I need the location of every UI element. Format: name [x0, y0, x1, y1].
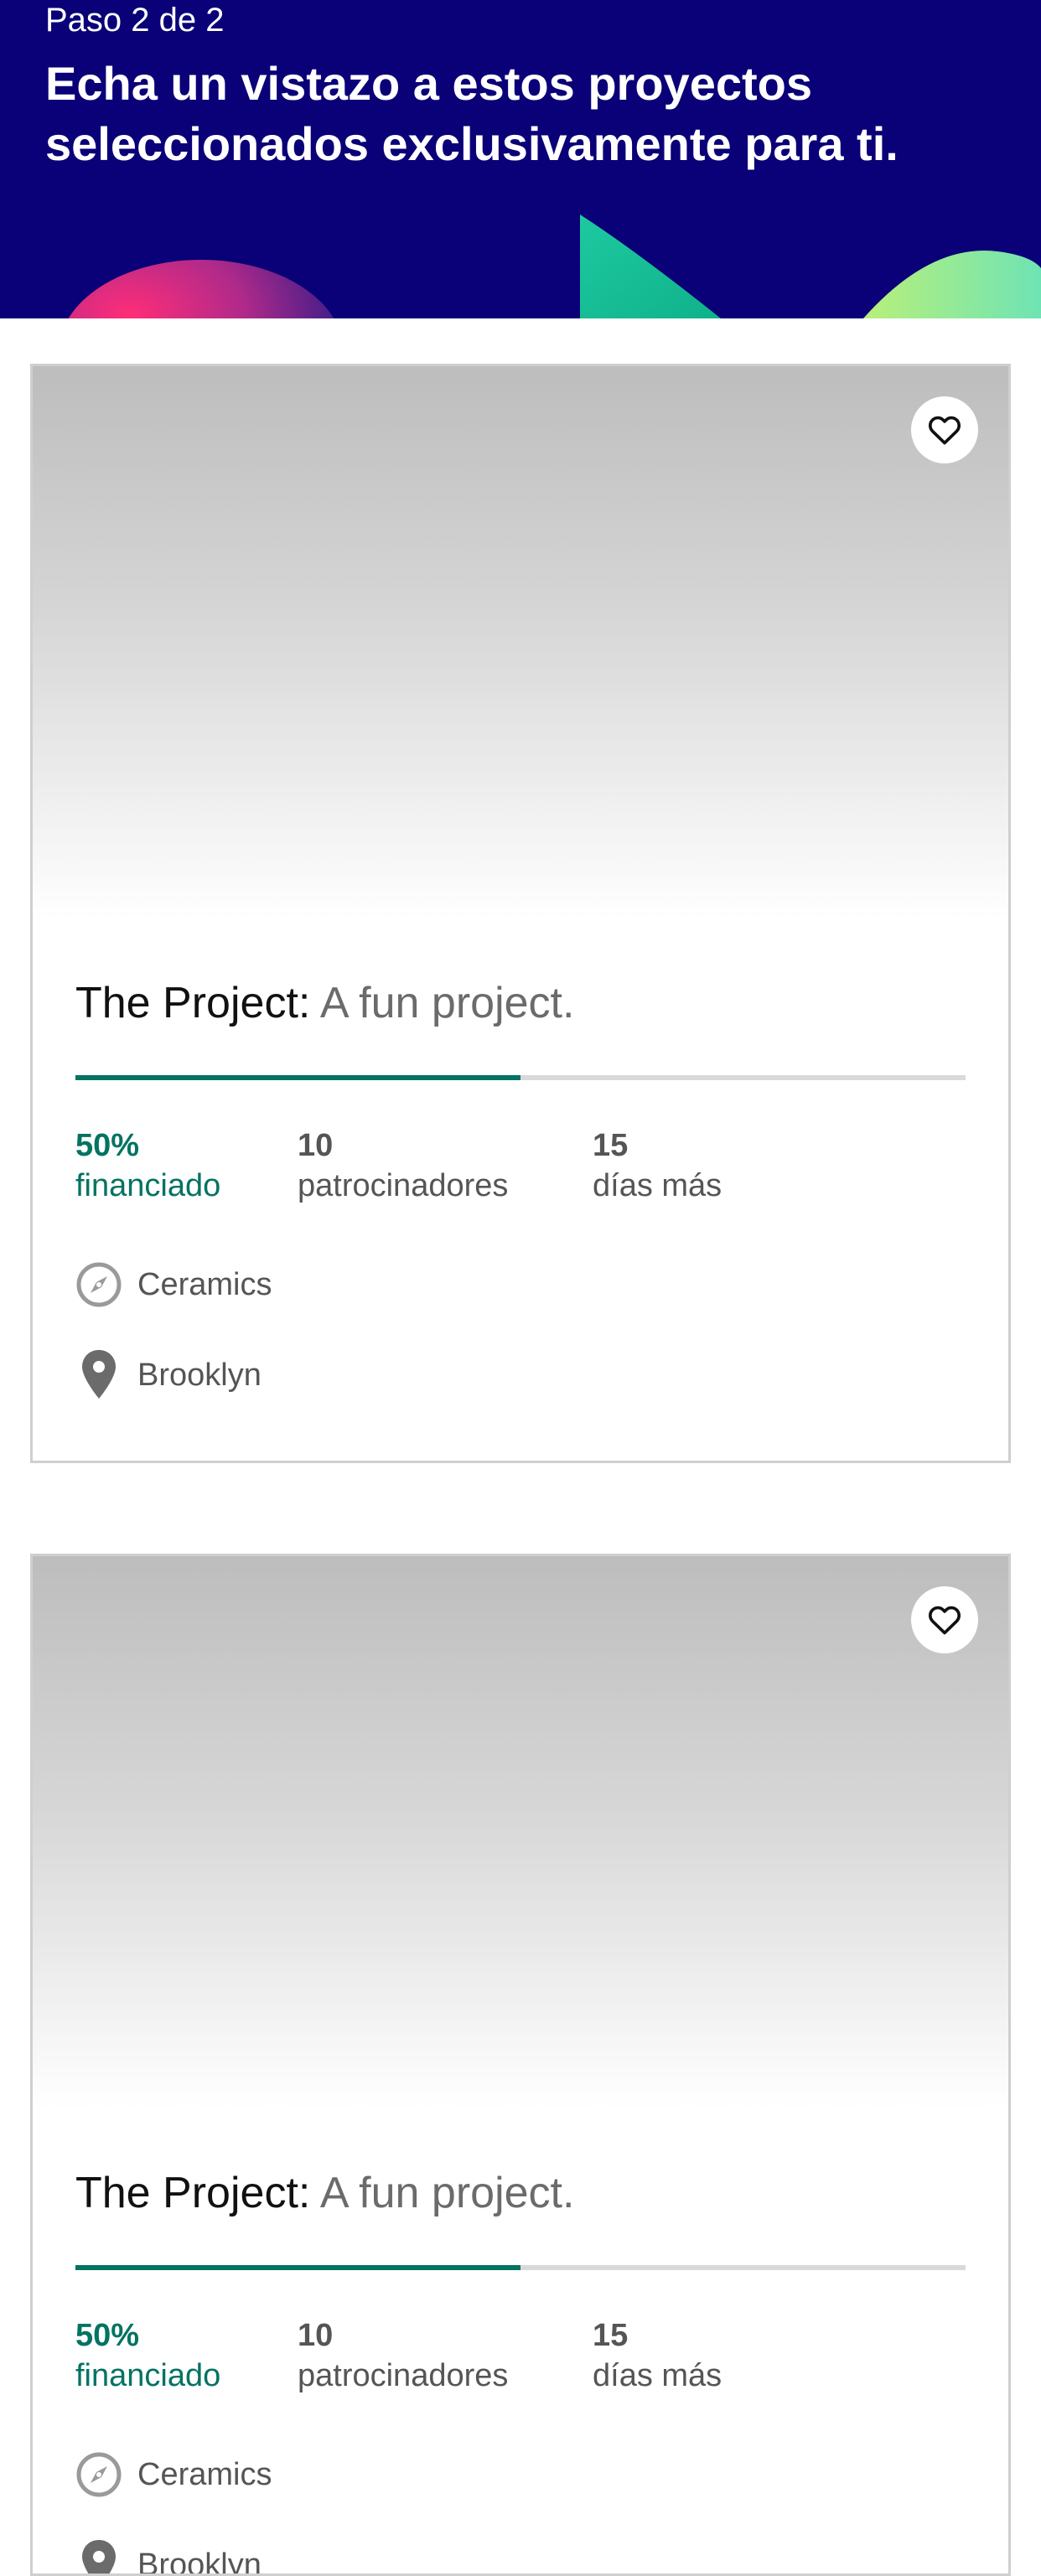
favorite-button[interactable]	[911, 1586, 978, 1653]
location-tag[interactable]: Brooklyn	[75, 1352, 262, 1399]
map-pin-icon	[75, 2542, 122, 2576]
backers-stat: 10 patrocinadores	[298, 2315, 508, 2396]
funded-stat: 50% financiado	[75, 2315, 220, 2396]
project-title[interactable]: The Project: A fun project.	[75, 2164, 574, 2222]
heart-icon	[926, 1601, 963, 1638]
days-stat: 15 días más	[593, 1125, 722, 1206]
days-stat: 15 días más	[593, 2315, 722, 2396]
funded-value: 50%	[75, 1125, 220, 1166]
funding-progress-fill	[75, 1075, 520, 1080]
funded-label: financiado	[75, 2356, 220, 2396]
project-name: The Project:	[75, 979, 310, 1027]
funded-value: 50%	[75, 2315, 220, 2356]
backers-label: patrocinadores	[298, 1166, 508, 1206]
category-tag[interactable]: Ceramics	[75, 2451, 272, 2498]
project-title[interactable]: The Project: A fun project.	[75, 974, 574, 1032]
funding-progress-bar	[75, 1075, 966, 1080]
page-title: Echa un vistazo a estos proyectos selecc…	[45, 54, 1009, 174]
days-label: días más	[593, 2356, 722, 2396]
project-image[interactable]	[33, 1556, 1008, 2109]
compass-icon	[75, 2451, 122, 2498]
project-blurb: A fun project.	[320, 979, 575, 1027]
category-label: Ceramics	[137, 1267, 272, 1303]
map-pin-icon	[75, 1352, 122, 1399]
location-tag[interactable]: Brooklyn	[75, 2542, 262, 2576]
project-card[interactable]: The Project: A fun project. 50% financia…	[30, 364, 1011, 1463]
category-label: Ceramics	[137, 2457, 272, 2493]
location-label: Brooklyn	[137, 2548, 262, 2576]
backers-value: 10	[298, 2315, 508, 2356]
compass-icon	[75, 1261, 122, 1308]
backers-stat: 10 patrocinadores	[298, 1125, 508, 1206]
funding-progress-fill	[75, 2265, 520, 2270]
step-indicator: Paso 2 de 2	[45, 0, 225, 40]
funded-stat: 50% financiado	[75, 1125, 220, 1206]
category-tag[interactable]: Ceramics	[75, 1261, 272, 1308]
project-image[interactable]	[33, 366, 1008, 919]
days-value: 15	[593, 1125, 722, 1166]
heart-icon	[926, 411, 963, 448]
location-label: Brooklyn	[137, 1358, 262, 1394]
onboarding-header: Paso 2 de 2 Echa un vistazo a estos proy…	[0, 0, 1041, 318]
project-name: The Project:	[75, 2169, 310, 2217]
project-card[interactable]: The Project: A fun project. 50% financia…	[30, 1554, 1011, 2576]
days-value: 15	[593, 2315, 722, 2356]
funding-progress-bar	[75, 2265, 966, 2270]
backers-label: patrocinadores	[298, 2356, 508, 2396]
days-label: días más	[593, 1166, 722, 1206]
project-blurb: A fun project.	[320, 2169, 575, 2217]
backers-value: 10	[298, 1125, 508, 1166]
favorite-button[interactable]	[911, 396, 978, 463]
funded-label: financiado	[75, 1166, 220, 1206]
